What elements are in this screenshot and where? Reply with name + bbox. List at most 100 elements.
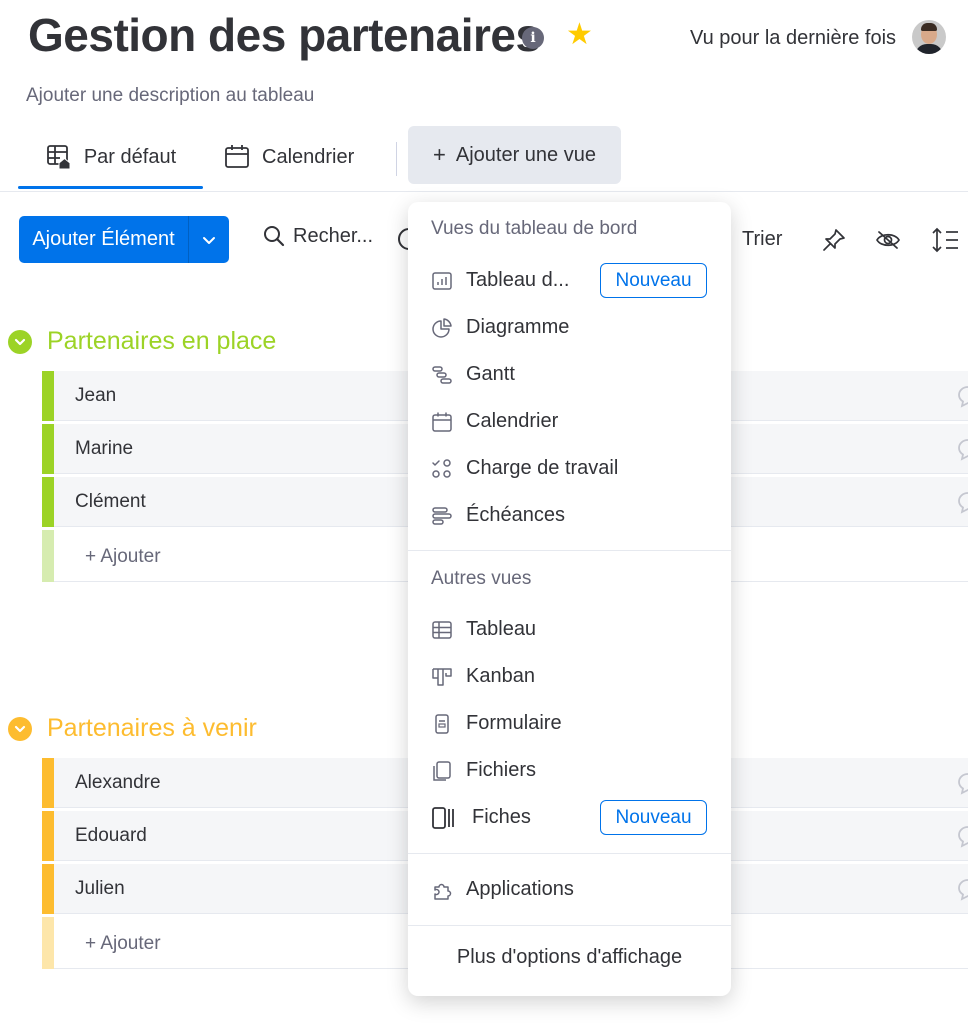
tab-default[interactable]: Par défaut: [20, 124, 202, 190]
chevron-down-icon: [203, 236, 215, 244]
avatar[interactable]: [912, 20, 946, 54]
menu-divider: [408, 853, 731, 854]
group-color-bar: [42, 477, 54, 527]
menu-item-label: Tableau: [466, 618, 537, 640]
menu-item-label: Kanban: [466, 665, 535, 687]
board-title[interactable]: Gestion des partenaires: [28, 8, 541, 62]
menu-item-table[interactable]: Tableau: [408, 607, 731, 651]
tabs-divider: [396, 142, 397, 176]
menu-item-timeline[interactable]: Échéances: [408, 493, 731, 537]
board-description-field[interactable]: Ajouter une description au tableau: [26, 85, 314, 107]
search-icon: [264, 226, 285, 247]
group-color-bar: [42, 864, 54, 914]
menu-item-form[interactable]: Formulaire: [408, 701, 731, 745]
menu-item-label: Calendrier: [466, 410, 559, 432]
puzzle-icon: [434, 883, 452, 900]
chat-icon[interactable]: [956, 490, 968, 514]
group-color-bar: [42, 371, 54, 421]
group-color-bar: [42, 811, 54, 861]
menu-item-kanban[interactable]: Kanban: [408, 654, 731, 698]
info-icon[interactable]: i: [522, 27, 544, 49]
menu-item-label: Formulaire: [466, 712, 562, 734]
menu-item-label: Applications: [466, 878, 574, 900]
search-label: Recher...: [293, 224, 374, 247]
hide-icon[interactable]: [875, 229, 901, 251]
timeline-icon: [432, 507, 452, 525]
form-icon: [435, 714, 449, 734]
menu-item-apps[interactable]: Applications: [408, 867, 731, 911]
table-home-icon: [46, 145, 71, 170]
gantt-icon: [432, 366, 452, 384]
chevron-down-icon: [14, 338, 26, 346]
dashboard-chart-icon: [432, 272, 452, 290]
item-name[interactable]: Jean: [75, 385, 116, 407]
new-badge: Nouveau: [600, 263, 707, 298]
pie-chart-icon: [432, 318, 452, 338]
group-collapse-toggle[interactable]: [8, 330, 32, 354]
group-color-bar: [42, 758, 54, 808]
menu-item-label: Échéances: [466, 504, 565, 526]
menu-item-label: Fichiers: [466, 759, 537, 781]
chevron-down-icon: [14, 725, 26, 733]
group-title[interactable]: Partenaires à venir: [47, 714, 257, 743]
row-height-icon[interactable]: [930, 226, 960, 254]
item-name[interactable]: Edouard: [75, 825, 147, 847]
menu-item-label: Tableau d...: [466, 269, 570, 291]
menu-divider: [408, 550, 731, 551]
group-color-bar: [42, 424, 54, 474]
plus-icon: +: [433, 142, 446, 167]
chat-icon[interactable]: [956, 437, 968, 461]
menu-item-files[interactable]: Fichiers: [408, 748, 731, 792]
active-tab-indicator: [18, 186, 203, 189]
group-color-bar: [42, 530, 54, 582]
tab-calendar[interactable]: Calendrier: [224, 124, 354, 190]
chat-icon[interactable]: [956, 824, 968, 848]
kanban-icon: [432, 668, 452, 686]
search-button[interactable]: Recher...: [262, 224, 373, 248]
add-item-dropdown-button[interactable]: [189, 232, 229, 248]
group-color-bar: [42, 917, 54, 969]
group-title[interactable]: Partenaires en place: [47, 327, 276, 356]
table-icon: [432, 621, 452, 639]
tab-default-label: Par défaut: [83, 145, 177, 168]
sort-button[interactable]: Trier: [742, 228, 782, 251]
add-view-menu: Vues du tableau de bord Tableau d... Nou…: [408, 202, 731, 996]
item-name[interactable]: Clément: [75, 491, 146, 513]
menu-divider: [408, 925, 731, 926]
menu-section-dashboard: Vues du tableau de bord: [431, 218, 638, 239]
menu-item-gantt[interactable]: Gantt: [408, 352, 731, 396]
add-view-label: Ajouter une vue: [455, 143, 596, 166]
chat-icon[interactable]: [956, 877, 968, 901]
item-name[interactable]: Alexandre: [75, 772, 161, 794]
pin-icon[interactable]: [821, 227, 847, 253]
group-collapse-toggle[interactable]: [8, 717, 32, 741]
add-item-input[interactable]: + Ajouter: [85, 546, 161, 568]
chat-icon[interactable]: [956, 771, 968, 795]
menu-item-calendar[interactable]: Calendrier: [408, 399, 731, 443]
add-item-button[interactable]: Ajouter Élément: [19, 228, 188, 251]
add-view-button[interactable]: + Ajouter une vue: [408, 126, 621, 184]
workload-icon: [432, 459, 451, 478]
menu-section-other: Autres vues: [431, 568, 532, 589]
menu-item-cards[interactable]: Fiches Nouveau: [408, 795, 731, 839]
item-name[interactable]: Julien: [75, 878, 125, 900]
last-seen-label[interactable]: Vu pour la dernière fois: [690, 27, 896, 50]
files-icon: [433, 761, 451, 781]
cards-icon: [432, 807, 454, 829]
menu-item-label: Gantt: [466, 363, 515, 385]
add-item-button-group: Ajouter Élément: [19, 216, 229, 263]
calendar-icon: [432, 412, 452, 432]
menu-item-dashboard[interactable]: Tableau d... Nouveau: [408, 258, 731, 302]
add-item-input[interactable]: + Ajouter: [85, 933, 161, 955]
menu-item-label: Diagramme: [466, 316, 570, 338]
menu-item-label: Charge de travail: [466, 457, 619, 479]
more-view-options-link[interactable]: Plus d'options d'affichage: [408, 946, 731, 969]
star-icon[interactable]: ★: [566, 18, 593, 52]
tab-calendar-label: Calendrier: [262, 145, 355, 168]
menu-item-chart[interactable]: Diagramme: [408, 305, 731, 349]
menu-item-label: Fiches: [472, 806, 531, 828]
chat-icon[interactable]: [956, 384, 968, 408]
menu-item-workload[interactable]: Charge de travail: [408, 446, 731, 490]
item-name[interactable]: Marine: [75, 438, 133, 460]
new-badge: Nouveau: [600, 800, 707, 835]
